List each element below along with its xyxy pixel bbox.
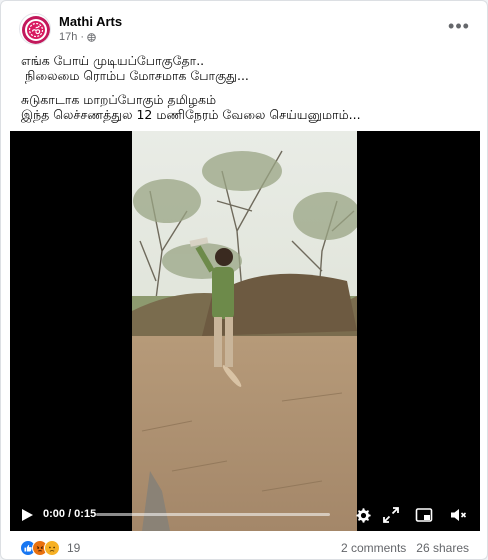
play-icon[interactable] [20,508,34,522]
post-header: Mathi Arts 17h · ••• [19,11,471,47]
expand-icon[interactable] [381,505,401,525]
author-name[interactable]: Mathi Arts [59,14,122,29]
time-display: 0:00 / 0:15 [43,508,97,520]
video-frame [132,131,357,531]
comments-count[interactable]: 2 comments [341,541,406,555]
reaction-icons[interactable] [20,540,68,556]
sad-reaction-icon [44,540,60,556]
caption-line: நிலைமை ரொம்ப மோசமாக போகுது... [21,68,249,83]
post-stats: 2 comments 26 shares [341,541,469,555]
post-time[interactable]: 17h [59,31,77,43]
caption-line: எங்க போய் முடியப்போகுதோ.. [21,53,205,68]
post-caption: எங்க போய் முடியப்போகுதோ.. நிலைமை ரொம்ப ம… [21,53,469,122]
om-logo-icon [22,16,50,44]
post-meta: 17h · [59,31,96,43]
video-controls: 0:00 / 0:15 [10,499,480,531]
settings-gear-icon[interactable] [353,505,373,525]
more-options-button[interactable]: ••• [447,17,471,39]
caption-line: சுடுகாடாக மாறப்போகும் தமிழகம் [21,92,217,107]
post-card: Mathi Arts 17h · ••• எங்க போய் முடியப்போ… [0,0,488,560]
video-player[interactable]: 0:00 / 0:15 [10,131,480,531]
page-avatar[interactable] [19,13,51,45]
mini-player-icon[interactable] [414,505,434,525]
progress-bar[interactable] [96,513,330,516]
post-footer: 19 2 comments 26 shares [1,535,487,559]
reaction-count[interactable]: 19 [67,541,80,555]
meta-separator: · [80,31,85,43]
shares-count[interactable]: 26 shares [416,541,469,555]
caption-line: இந்த லெச்சணத்துல 12 மணிநேரம் வேலை செய்யன… [21,107,361,122]
globe-icon [87,32,96,42]
mute-icon[interactable] [448,505,468,525]
